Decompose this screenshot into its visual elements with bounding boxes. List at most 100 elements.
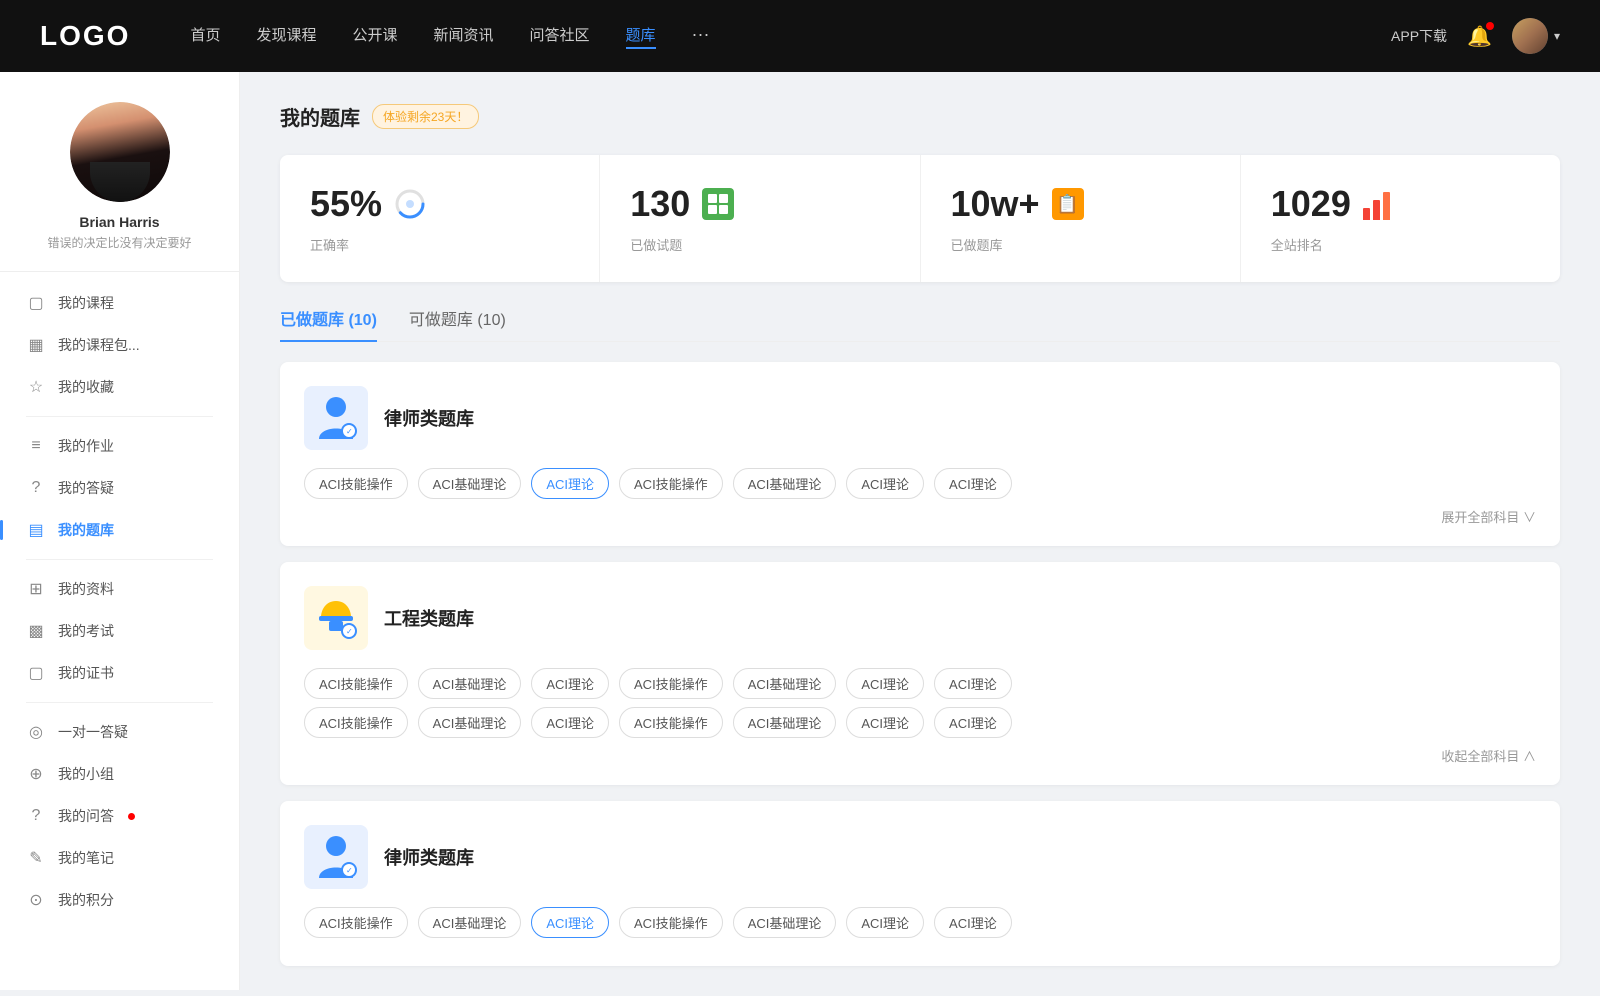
svg-text:✓: ✓ <box>346 427 353 436</box>
sidebar-item-questions[interactable]: ? 我的问答 <box>10 795 229 837</box>
sidebar-menu: ▢ 我的课程 ▦ 我的课程包... ☆ 我的收藏 ≡ 我的作业 ? 我的答疑 <box>0 282 239 921</box>
stat-accuracy-value: 55% <box>310 183 382 225</box>
questions-red-dot <box>128 813 135 820</box>
sidebar-label-exam: 我的考试 <box>58 621 114 641</box>
page-header: 我的题库 体验剩余23天！ <box>280 102 1560 131</box>
app-download-link[interactable]: APP下载 <box>1391 26 1447 46</box>
tag-3-5[interactable]: ACI理论 <box>846 907 924 938</box>
sidebar-item-favorites[interactable]: ☆ 我的收藏 <box>10 366 229 408</box>
tag-2b-6[interactable]: ACI理论 <box>934 707 1012 738</box>
qbank-icon-lawyer-2: ✓ <box>304 825 368 889</box>
tabs-row: 已做题库 (10) 可做题库 (10) <box>280 306 1560 342</box>
coursepack-icon: ▦ <box>26 335 46 355</box>
tag-2b-5[interactable]: ACI理论 <box>846 707 924 738</box>
tag-1-5[interactable]: ACI理论 <box>846 468 924 499</box>
sidebar-label-notes: 我的笔记 <box>58 848 114 868</box>
tag-2a-0[interactable]: ACI技能操作 <box>304 668 408 699</box>
qbank-header-2: ✓ 工程类题库 <box>304 586 1536 650</box>
tag-2a-3[interactable]: ACI技能操作 <box>619 668 723 699</box>
chevron-down-icon: ▾ <box>1554 29 1560 43</box>
main-content: 我的题库 体验剩余23天！ 55% 正确率 <box>240 72 1600 996</box>
tag-1-6[interactable]: ACI理论 <box>934 468 1012 499</box>
tag-2b-2[interactable]: ACI理论 <box>531 707 609 738</box>
sidebar-label-homework: 我的作业 <box>58 436 114 456</box>
sidebar-item-qbank[interactable]: ▤ 我的题库 <box>10 509 229 551</box>
notification-bell[interactable]: 🔔 <box>1467 24 1492 49</box>
nav-more[interactable]: ··· <box>692 24 710 49</box>
notes-icon: ✎ <box>26 848 46 868</box>
tag-3-6[interactable]: ACI理论 <box>934 907 1012 938</box>
collapse-link-2[interactable]: 收起全部科目 ∧ <box>304 746 1536 765</box>
nav-opencourse[interactable]: 公开课 <box>352 24 397 49</box>
qbank-name-1: 律师类题库 <box>384 405 474 431</box>
tag-1-3[interactable]: ACI技能操作 <box>619 468 723 499</box>
tag-2b-0[interactable]: ACI技能操作 <box>304 707 408 738</box>
sidebar-item-homework[interactable]: ≡ 我的作业 <box>10 425 229 467</box>
tag-2b-3[interactable]: ACI技能操作 <box>619 707 723 738</box>
tag-1-4[interactable]: ACI基础理论 <box>733 468 837 499</box>
table-cell-1 <box>708 194 717 203</box>
lawyer-svg-1: ✓ <box>311 393 361 443</box>
sidebar-item-mycourse[interactable]: ▢ 我的课程 <box>10 282 229 324</box>
svg-text:✓: ✓ <box>346 627 353 636</box>
tag-2a-5[interactable]: ACI理论 <box>846 668 924 699</box>
profile-section: Brian Harris 错误的决定比没有决定要好 <box>0 102 239 272</box>
nav-discover[interactable]: 发现课程 <box>256 24 316 49</box>
tag-2a-4[interactable]: ACI基础理论 <box>733 668 837 699</box>
stat-banks-value: 10w+ <box>951 183 1040 225</box>
tag-3-1[interactable]: ACI基础理论 <box>418 907 522 938</box>
tag-3-0[interactable]: ACI技能操作 <box>304 907 408 938</box>
star-icon: ☆ <box>26 377 46 397</box>
tag-3-4[interactable]: ACI基础理论 <box>733 907 837 938</box>
tag-2a-1[interactable]: ACI基础理论 <box>418 668 522 699</box>
qbank-name-3: 律师类题库 <box>384 844 474 870</box>
tag-2b-4[interactable]: ACI基础理论 <box>733 707 837 738</box>
sidebar-item-1on1[interactable]: ◎ 一对一答疑 <box>10 711 229 753</box>
sidebar-item-exam[interactable]: ▩ 我的考试 <box>10 610 229 652</box>
sidebar-label-mycourse: 我的课程 <box>58 293 114 313</box>
sidebar-item-qa[interactable]: ? 我的答疑 <box>10 467 229 509</box>
tag-2a-2[interactable]: ACI理论 <box>531 668 609 699</box>
sidebar-item-group[interactable]: ⊕ 我的小组 <box>10 753 229 795</box>
sidebar-item-notes[interactable]: ✎ 我的笔记 <box>10 837 229 879</box>
sidebar-item-certificate[interactable]: ▢ 我的证书 <box>10 652 229 694</box>
svg-text:✓: ✓ <box>346 866 353 875</box>
qbank-section-3: ✓ 律师类题库 ACI技能操作 ACI基础理论 ACI理论 ACI技能操作 AC… <box>280 801 1560 966</box>
group-icon: ⊕ <box>26 764 46 784</box>
tag-2a-6[interactable]: ACI理论 <box>934 668 1012 699</box>
stat-questions: 130 已做试题 <box>600 155 920 282</box>
nav-home[interactable]: 首页 <box>190 24 220 49</box>
tag-3-3[interactable]: ACI技能操作 <box>619 907 723 938</box>
nav-qbank[interactable]: 题库 <box>626 24 656 49</box>
expand-link-1[interactable]: 展开全部科目 ∨ <box>304 507 1536 526</box>
lawyer-svg-2: ✓ <box>311 832 361 882</box>
points-icon: ⊙ <box>26 890 46 910</box>
stat-rank: 1029 全站排名 <box>1241 155 1560 282</box>
user-avatar-wrapper[interactable]: ▾ <box>1512 18 1560 54</box>
sidebar-item-materials[interactable]: ⊞ 我的资料 <box>10 568 229 610</box>
sidebar-item-points[interactable]: ⊙ 我的积分 <box>10 879 229 921</box>
sidebar-label-questions: 我的问答 <box>58 806 114 826</box>
sidebar-label-coursepack: 我的课程包... <box>58 335 140 355</box>
tag-3-2[interactable]: ACI理论 <box>531 907 609 938</box>
qbank-header-1: ✓ 律师类题库 <box>304 386 1536 450</box>
tag-1-2[interactable]: ACI理论 <box>531 468 609 499</box>
tag-1-0[interactable]: ACI技能操作 <box>304 468 408 499</box>
materials-icon: ⊞ <box>26 579 46 599</box>
sidebar-label-qa: 我的答疑 <box>58 478 114 498</box>
tab-done[interactable]: 已做题库 (10) <box>280 306 377 342</box>
tag-2b-1[interactable]: ACI基础理论 <box>418 707 522 738</box>
nav-qa[interactable]: 问答社区 <box>530 24 590 49</box>
tags-row-2a: ACI技能操作 ACI基础理论 ACI理论 ACI技能操作 ACI基础理论 AC… <box>304 668 1536 699</box>
profile-name: Brian Harris <box>79 214 159 230</box>
sidebar-divider-2 <box>26 559 213 560</box>
tag-1-1[interactable]: ACI基础理论 <box>418 468 522 499</box>
main-layout: Brian Harris 错误的决定比没有决定要好 ▢ 我的课程 ▦ 我的课程包… <box>0 0 1600 996</box>
qbank-icon-lawyer-1: ✓ <box>304 386 368 450</box>
tab-available[interactable]: 可做题库 (10) <box>409 306 506 342</box>
nav-news[interactable]: 新闻资讯 <box>434 24 494 49</box>
sidebar-item-coursepack[interactable]: ▦ 我的课程包... <box>10 324 229 366</box>
engineer-svg: ✓ <box>311 593 361 643</box>
logo: LOGO <box>40 20 130 52</box>
stat-accuracy-label: 正确率 <box>310 235 569 254</box>
